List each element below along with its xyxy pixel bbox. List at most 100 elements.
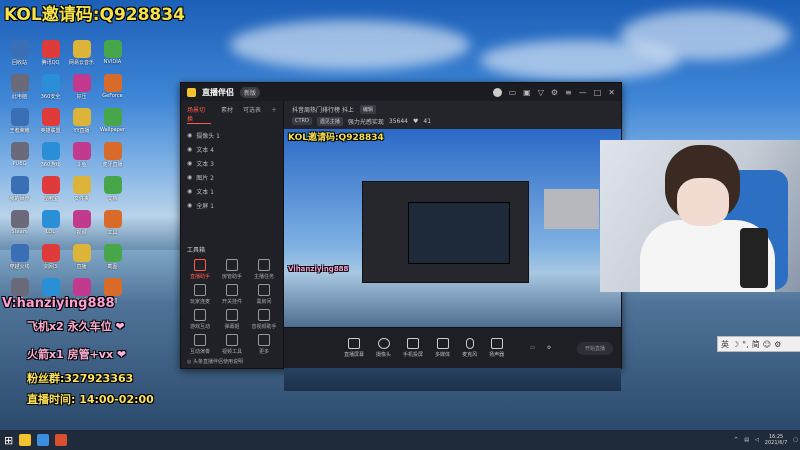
desktop-icon[interactable]: 文件夹 xyxy=(66,176,97,210)
desktop-icon[interactable]: 我的世界 xyxy=(4,176,35,210)
eye-icon[interactable]: ◉ xyxy=(187,146,192,153)
message-icon[interactable]: ▭ xyxy=(509,88,517,97)
tool-button[interactable]: 更多 xyxy=(249,334,279,355)
ime-lang[interactable]: 英 xyxy=(721,339,729,350)
tool-icon xyxy=(194,284,206,296)
scene-tabs: 场景切换 素材 可选表 ＋ xyxy=(181,101,283,128)
app-icon xyxy=(103,278,122,296)
live-settings-icon[interactable]: ⚙ xyxy=(547,345,551,351)
emoji-icon[interactable]: ☺ xyxy=(763,340,771,349)
speaker-button[interactable]: 扬声器 xyxy=(489,338,504,358)
source-label: 文本 4 xyxy=(196,146,214,154)
eye-icon[interactable]: ◉ xyxy=(187,202,192,209)
ime-toolbar[interactable]: 英 ☽ °, 简 ☺ ⚙ xyxy=(717,336,800,352)
desktop-icon[interactable]: 英雄联盟 xyxy=(35,108,66,142)
desktop-icon[interactable]: 回收站 xyxy=(4,40,35,74)
desktop-icon[interactable]: 360安全 xyxy=(35,74,66,108)
desktop-icon[interactable]: 斗鱼 xyxy=(66,142,97,176)
settings-icon[interactable]: ⚙ xyxy=(551,88,558,97)
desktop-icon[interactable]: 王者荣耀 xyxy=(4,108,35,142)
media-button[interactable]: 多媒体 xyxy=(435,338,450,358)
start-live-button[interactable]: 开始直播 xyxy=(576,341,613,355)
version-badge[interactable]: 新版 xyxy=(240,86,261,98)
tool-button[interactable]: 开关挂件 xyxy=(217,284,247,305)
desktop-icon[interactable]: YY直播 xyxy=(66,108,97,142)
tool-button[interactable]: 互动演奏 xyxy=(185,334,215,355)
tab-scene[interactable]: 场景切换 xyxy=(187,105,211,124)
desktop-icon[interactable]: GeForce xyxy=(97,74,128,108)
desktop-icon[interactable]: 直播 xyxy=(66,244,97,278)
desktop-icon[interactable]: 视频 xyxy=(66,210,97,244)
desktop-icon[interactable]: Wallpaper xyxy=(97,108,128,142)
tool-button[interactable]: 房管助手 xyxy=(217,259,247,280)
filter-icon[interactable]: ▽ xyxy=(538,88,544,97)
desktop-icon[interactable]: 腾讯QQ xyxy=(35,40,66,74)
tool-button[interactable]: 玩家连麦 xyxy=(185,284,215,305)
desktop-icon[interactable]: 穿越火线 xyxy=(4,244,35,278)
desktop-icon-label: NVIDIA xyxy=(103,59,122,65)
desktop-icon[interactable]: Steam xyxy=(4,210,35,244)
notification-icon[interactable]: ▢ xyxy=(793,437,798,443)
desktop-icon[interactable]: PUBG xyxy=(4,142,35,176)
punct-icon[interactable]: °, xyxy=(742,340,749,349)
eye-icon[interactable]: ◉ xyxy=(187,174,192,181)
tool-button[interactable]: 音视频助手 xyxy=(249,309,279,330)
volume-icon[interactable]: ◁ xyxy=(755,437,759,443)
minimize-icon[interactable]: — xyxy=(579,88,587,97)
tool-button[interactable]: 主播任务 xyxy=(249,259,279,280)
desktop-icon[interactable]: 剑网3 xyxy=(35,244,66,278)
desktop-icon[interactable]: 网易云音乐 xyxy=(66,40,97,74)
tab-material[interactable]: 素材 xyxy=(221,105,233,124)
desktop-icon[interactable]: 好压 xyxy=(66,74,97,108)
desktop-icon[interactable]: 文档 xyxy=(97,176,128,210)
eye-icon[interactable]: ◉ xyxy=(187,160,192,167)
microphone-button[interactable]: 麦克风 xyxy=(462,338,477,358)
screen-button[interactable]: 直播屏幕 xyxy=(344,338,364,358)
desktop-icon[interactable]: NVIDIA xyxy=(97,40,128,74)
eye-icon[interactable]: ◉ xyxy=(187,132,192,139)
desktop-icon[interactable]: 此电脑 xyxy=(4,74,35,108)
desktop-icon[interactable]: 虎牙直播 xyxy=(97,142,128,176)
ime-settings-icon[interactable]: ⚙ xyxy=(774,340,781,349)
edit-button[interactable]: 编辑 xyxy=(359,104,376,114)
source-item[interactable]: ◉ 图片 2 xyxy=(181,170,283,184)
moon-icon[interactable]: ☽ xyxy=(732,340,739,349)
taskbar-app-icon[interactable] xyxy=(37,434,50,446)
source-item[interactable]: ◉ 文本 3 xyxy=(181,156,283,170)
category-tag[interactable]: CTRD xyxy=(292,117,312,125)
desktop-icon[interactable]: 工具 xyxy=(97,210,128,244)
ime-simplified[interactable]: 简 xyxy=(752,339,760,350)
record-icon[interactable]: ▭ xyxy=(530,345,535,351)
host-tag[interactable]: 遇见主播 xyxy=(316,116,343,126)
network-icon[interactable]: ▤ xyxy=(744,437,749,443)
tool-button[interactable]: 直播助手 xyxy=(185,259,215,280)
windows-start-icon[interactable]: ⊞ xyxy=(4,434,13,447)
phone-cast-button[interactable]: 手机投屏 xyxy=(403,338,423,358)
source-item[interactable]: ◉ 文本 1 xyxy=(181,184,283,198)
eye-icon[interactable]: ◉ xyxy=(187,188,192,195)
tool-button[interactable]: 黑房间 xyxy=(249,284,279,305)
maximize-icon[interactable]: □ xyxy=(594,88,602,97)
gift-icon[interactable]: ▣ xyxy=(523,88,531,97)
tool-button[interactable]: 游戏互动 xyxy=(185,309,215,330)
menu-icon[interactable]: ≡ xyxy=(565,88,572,97)
add-icon[interactable]: ＋ xyxy=(271,105,277,124)
desktop-icon[interactable]: 应用宝 xyxy=(35,176,66,210)
source-item[interactable]: ◉ 摄像头 1 xyxy=(181,128,283,142)
taskbar-app-icon[interactable] xyxy=(55,434,68,446)
tool-button[interactable]: 弹幕姬 xyxy=(217,309,247,330)
desktop-icon[interactable]: 截图 xyxy=(97,244,128,278)
avatar[interactable] xyxy=(492,87,502,97)
desktop-icon[interactable]: 360游戏 xyxy=(35,142,66,176)
source-item[interactable]: ◉ 文本 4 xyxy=(181,142,283,156)
desktop-icon[interactable]: LOL xyxy=(35,210,66,244)
tray-arrow-icon[interactable]: ^ xyxy=(734,437,738,443)
taskbar-app-icon[interactable] xyxy=(19,434,32,446)
close-icon[interactable]: ✕ xyxy=(608,88,615,97)
help-link[interactable]: ◎ 头条直播伴侣使用说明 xyxy=(187,358,243,365)
tool-button[interactable]: 视频工具 xyxy=(217,334,247,355)
camera-button[interactable]: 摄像头 xyxy=(376,338,391,358)
source-item[interactable]: ◉ 全屏 1 xyxy=(181,198,283,212)
clock[interactable]: 16:25 2021/6/7 xyxy=(765,434,787,446)
tab-list[interactable]: 可选表 xyxy=(243,105,261,124)
